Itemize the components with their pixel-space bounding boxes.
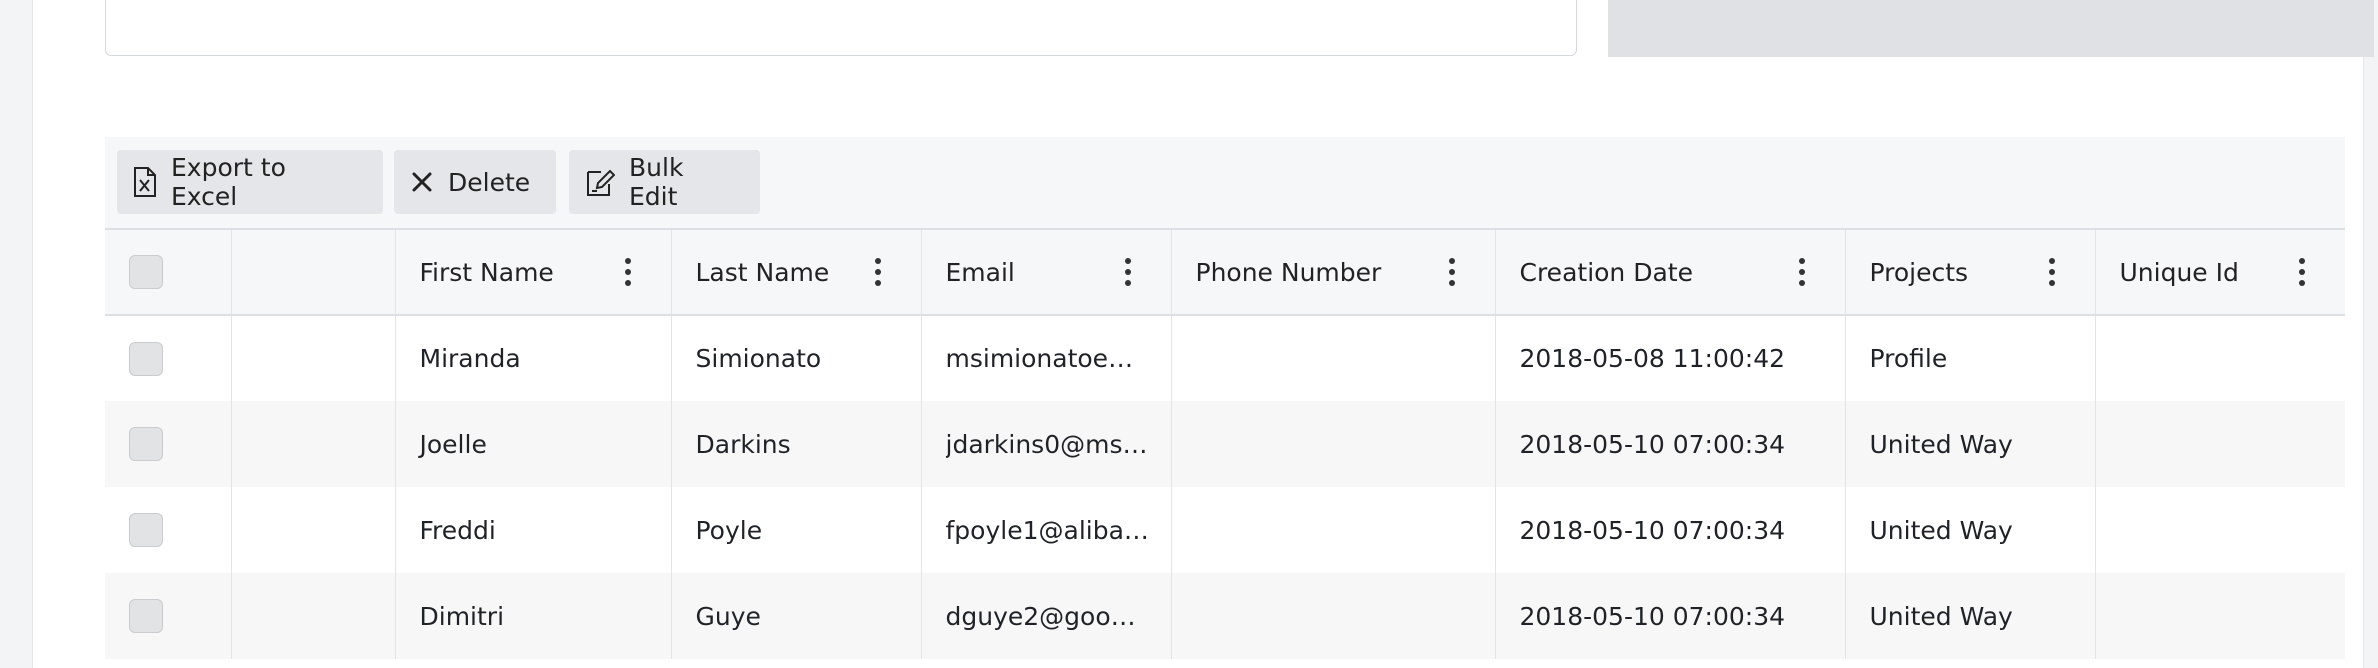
row-actions-cell: [230, 573, 395, 659]
column-header-last-name[interactable]: Last Name: [670, 229, 921, 315]
cell-first-name: Freddi: [394, 487, 671, 573]
select-all-checkbox[interactable]: [129, 255, 163, 289]
row-actions-cell: [230, 315, 395, 401]
cell-email-text: msimionatoe@…: [945, 344, 1159, 373]
cell-phone: [1170, 315, 1495, 401]
cell-email: msimionatoe@…: [920, 315, 1171, 401]
cell-email-text: jdarkins0@ms…: [945, 429, 1148, 459]
row-actions-cell: [230, 487, 395, 573]
cell-projects: United Way: [1844, 487, 2095, 573]
column-header-email[interactable]: Email: [920, 229, 1171, 315]
cell-last-name: Darkins: [670, 401, 921, 487]
column-header-label: Phone Number: [1195, 257, 1382, 287]
delete-button[interactable]: Delete: [394, 150, 556, 214]
cell-unique-id: [2094, 487, 2345, 573]
export-to-excel-button[interactable]: Export to Excel: [117, 150, 383, 214]
kebab-menu-icon[interactable]: [624, 258, 631, 286]
table-header-row: First Name Last Name Email Phone Number …: [105, 229, 2345, 315]
cell-phone: [1170, 487, 1495, 573]
table-row[interactable]: Joelle Darkins jdarkins0@ms… 2018-05-10 …: [105, 401, 2345, 487]
cell-phone: [1170, 401, 1495, 487]
kebab-menu-icon[interactable]: [1124, 258, 1131, 286]
row-select-cell: [105, 487, 231, 573]
row-select-cell: [105, 573, 231, 659]
kebab-menu-icon[interactable]: [1798, 258, 1805, 286]
edit-document-icon: [587, 169, 615, 196]
column-header-label: Email: [945, 257, 1015, 287]
column-header-first-name[interactable]: First Name: [394, 229, 671, 315]
cell-email-text: dguye2@googl…: [945, 601, 1159, 631]
cell-unique-id: [2094, 573, 2345, 659]
cell-email: dguye2@googl…: [920, 573, 1171, 659]
grid-toolbar: Export to Excel Delete Bulk Edit: [105, 137, 2345, 229]
cell-creation-date: 2018-05-10 07:00:34: [1494, 487, 1845, 573]
side-panel: [1608, 0, 2374, 57]
row-actions-cell: [230, 401, 395, 487]
export-button-label: Export to Excel: [171, 153, 286, 211]
cell-unique-id: [2094, 401, 2345, 487]
cell-last-name: Poyle: [670, 487, 921, 573]
cell-last-name: Guye: [670, 573, 921, 659]
table-row[interactable]: Freddi Poyle fpoyle1@alibab… 2018-05-10 …: [105, 487, 2345, 573]
cell-phone: [1170, 573, 1495, 659]
kebab-menu-icon[interactable]: [874, 258, 881, 286]
kebab-menu-icon[interactable]: [2299, 258, 2305, 286]
cell-first-name: Joelle: [394, 401, 671, 487]
cell-projects: United Way: [1844, 401, 2095, 487]
table-row[interactable]: Miranda Simionato msimionatoe@… 2018-05-…: [105, 315, 2345, 401]
cell-last-name: Simionato: [670, 315, 921, 401]
table-row[interactable]: Dimitri Guye dguye2@googl… 2018-05-10 07…: [105, 573, 2345, 659]
cell-first-name: Dimitri: [394, 573, 671, 659]
row-checkbox[interactable]: [129, 513, 163, 547]
column-header-unique-id[interactable]: Unique Id: [2094, 229, 2345, 315]
kebab-menu-icon[interactable]: [2048, 258, 2055, 286]
row-select-cell: [105, 315, 231, 401]
kebab-menu-icon[interactable]: [1448, 258, 1455, 286]
row-checkbox[interactable]: [129, 341, 163, 376]
page-surface: Export to Excel Delete Bulk Edit First N…: [32, 0, 2374, 668]
bulk-edit-button[interactable]: Bulk Edit: [569, 150, 760, 214]
cell-unique-id: [2094, 315, 2345, 401]
cell-creation-date: 2018-05-08 11:00:42: [1494, 315, 1845, 401]
cell-creation-date: 2018-05-10 07:00:34: [1494, 573, 1845, 659]
cell-email: fpoyle1@alibab…: [920, 487, 1171, 573]
select-all-cell: [105, 229, 231, 315]
top-panel: [105, 0, 1577, 56]
row-checkbox[interactable]: [129, 599, 163, 633]
cell-email-text: fpoyle1@alibab…: [945, 515, 1165, 545]
column-header-label: Creation Date: [1519, 257, 1693, 287]
excel-file-icon: [134, 167, 156, 197]
contacts-table: First Name Last Name Email Phone Number …: [105, 228, 2345, 659]
row-checkbox[interactable]: [129, 427, 163, 461]
cell-projects: Profile: [1844, 315, 2095, 401]
delete-button-label: Delete: [448, 167, 531, 197]
column-header-label: First Name: [419, 257, 554, 287]
cell-creation-date: 2018-05-10 07:00:34: [1494, 401, 1845, 487]
column-header-projects[interactable]: Projects: [1844, 229, 2095, 315]
column-header-phone-number[interactable]: Phone Number: [1170, 229, 1495, 315]
cell-first-name: Miranda: [394, 315, 671, 401]
row-actions-header: [230, 229, 395, 315]
cell-projects: United Way: [1844, 573, 2095, 659]
column-header-label: Last Name: [695, 257, 830, 287]
row-select-cell: [105, 401, 231, 487]
close-icon: [412, 172, 432, 192]
bulk-edit-button-label: Bulk Edit: [629, 153, 684, 211]
column-header-label: Projects: [1869, 257, 1969, 287]
column-header-creation-date[interactable]: Creation Date: [1494, 229, 1845, 315]
column-header-label: Unique Id: [2119, 257, 2239, 287]
cell-email: jdarkins0@ms…: [920, 401, 1171, 487]
